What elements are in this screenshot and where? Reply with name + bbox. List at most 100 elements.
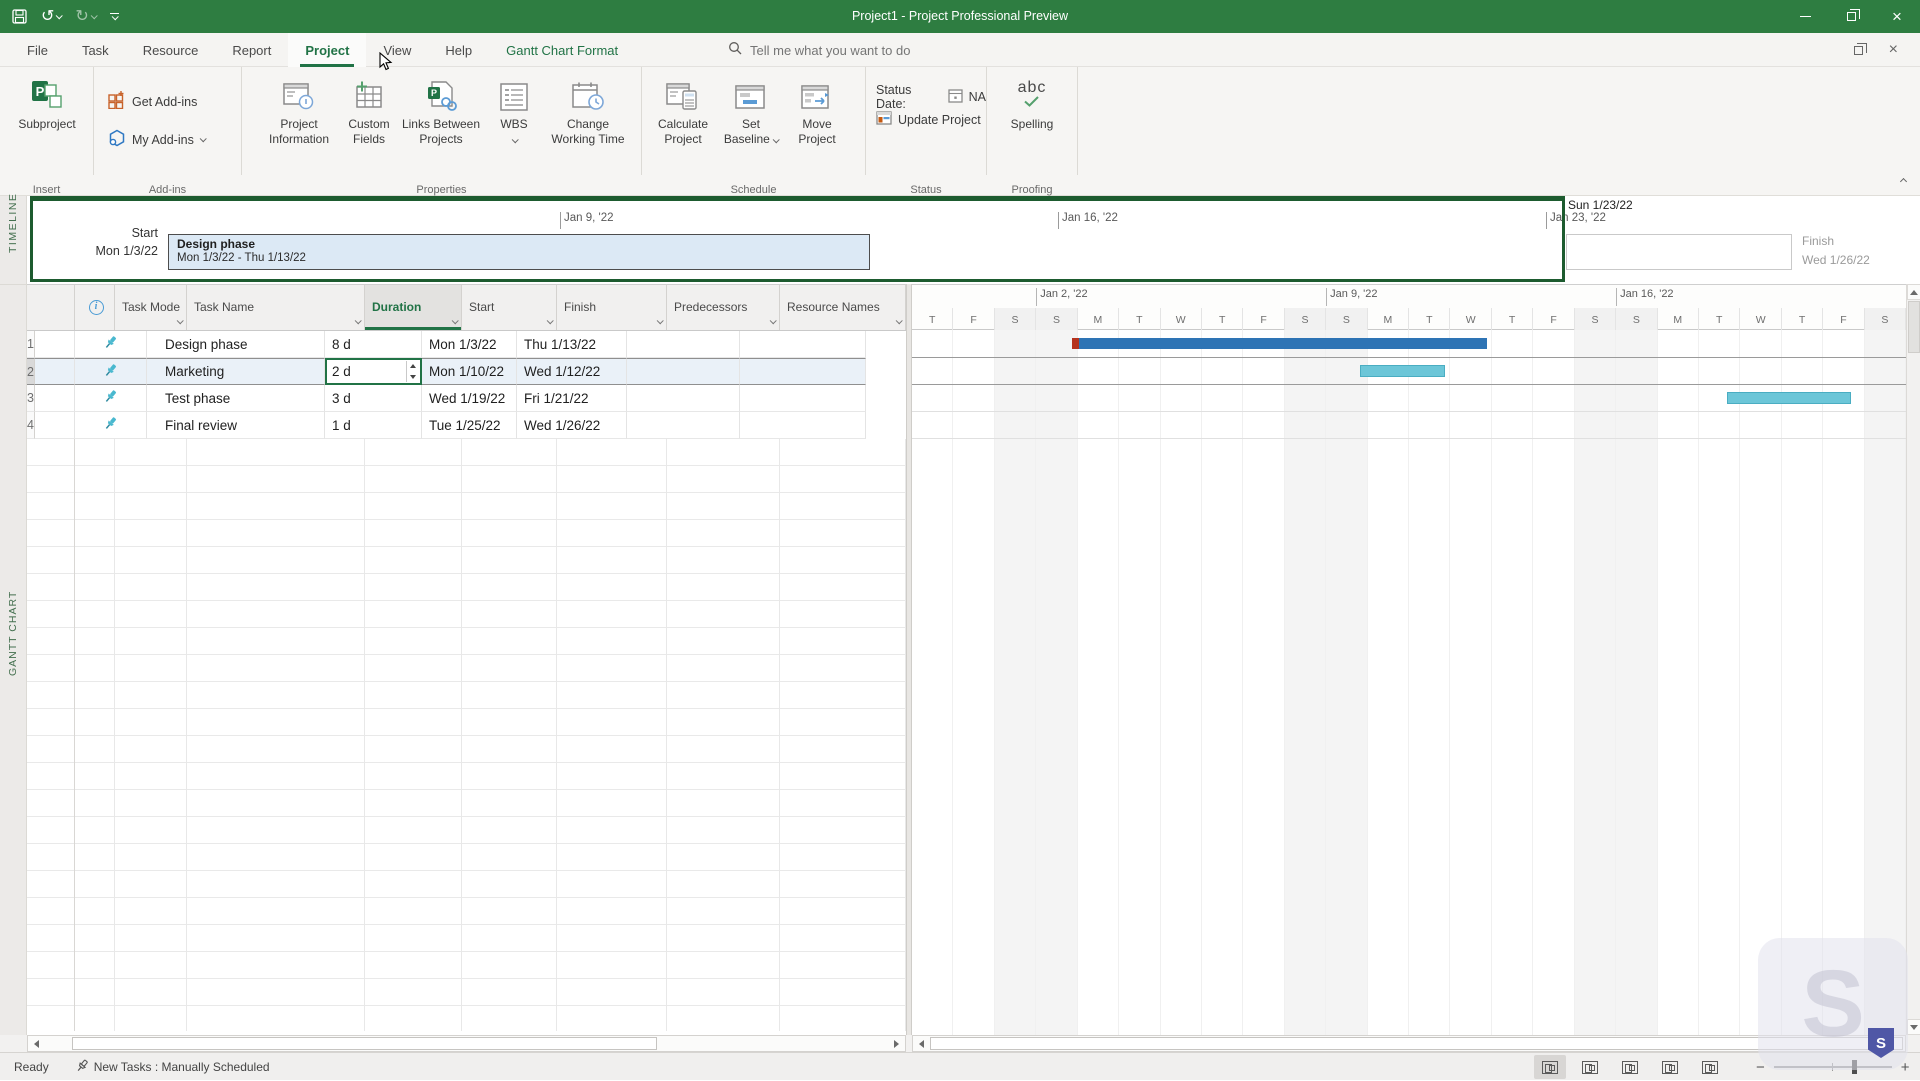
row-number[interactable]: 3 xyxy=(27,385,35,412)
table-row[interactable]: 1 Design phase 8 d Mon 1/3/22 Thu 1/13/2… xyxy=(27,331,906,358)
filter-chevron-icon[interactable] xyxy=(177,317,184,324)
design-phase-bar-progress[interactable] xyxy=(1072,338,1079,349)
task-name-cell[interactable]: Test phase xyxy=(147,385,325,412)
duration-cell[interactable]: 8 d xyxy=(325,331,422,358)
duration-cell[interactable]: 3 d xyxy=(325,385,422,412)
subproject-button[interactable]: P Subproject xyxy=(14,75,80,132)
filter-chevron-icon[interactable] xyxy=(896,317,903,324)
scroll-left-icon[interactable] xyxy=(29,1036,44,1051)
report-view-button[interactable] xyxy=(1694,1055,1726,1079)
timeline-pane-strip[interactable]: TIMELINE xyxy=(0,196,27,284)
vertical-scrollbar-thumb[interactable] xyxy=(1908,301,1920,353)
start-cell[interactable]: Tue 1/25/22 xyxy=(422,412,517,439)
minimize-button[interactable] xyxy=(1782,0,1828,33)
finish-cell[interactable]: Thu 1/13/22 xyxy=(517,331,627,358)
collapse-ribbon-icon[interactable] xyxy=(1901,171,1906,189)
design-phase-bar[interactable] xyxy=(1079,338,1487,349)
get-add-ins-button[interactable]: Get Add-ins xyxy=(108,91,197,112)
task-name-column-header[interactable]: Task Name xyxy=(187,285,365,330)
scroll-down-icon[interactable] xyxy=(1907,1019,1920,1035)
restore-button[interactable] xyxy=(1828,0,1874,33)
tab-task[interactable]: Task xyxy=(65,33,126,67)
spelling-button[interactable]: abc Spelling xyxy=(999,75,1065,132)
custom-fields-button[interactable]: Custom Fields xyxy=(336,75,402,147)
predecessors-cell[interactable] xyxy=(627,385,740,412)
scroll-up-icon[interactable] xyxy=(1907,284,1920,300)
timeline-task-box[interactable]: Design phase Mon 1/3/22 - Thu 1/13/22 xyxy=(168,234,870,270)
finish-cell[interactable]: Wed 1/12/22 xyxy=(517,358,627,385)
change-working-time-button[interactable]: Change Working Time xyxy=(548,75,628,147)
task-name-cell[interactable]: Marketing xyxy=(147,358,325,385)
gantt-timescale-header[interactable]: Jan 2, '22Jan 9, '22Jan 16, '22 TFSSMTWT… xyxy=(912,284,1906,330)
tab-view[interactable]: View xyxy=(366,33,428,67)
row-number[interactable]: 2 xyxy=(27,358,35,385)
task-name-cell[interactable]: Design phase xyxy=(147,331,325,358)
resource-names-cell[interactable] xyxy=(740,331,866,358)
resource-names-column-header[interactable]: Resource Names xyxy=(780,285,906,330)
filter-chevron-icon[interactable] xyxy=(657,317,664,324)
move-project-button[interactable]: Move Project xyxy=(784,75,850,147)
chart-scrollbar-thumb[interactable] xyxy=(930,1037,1903,1050)
my-add-ins-button[interactable]: My Add-ins xyxy=(108,129,205,150)
row-number[interactable]: 4 xyxy=(27,412,35,439)
start-cell[interactable]: Mon 1/10/22 xyxy=(422,358,517,385)
predecessors-cell[interactable] xyxy=(627,412,740,439)
tab-project[interactable]: Project xyxy=(288,33,366,67)
tab-report[interactable]: Report xyxy=(215,33,288,67)
info-column-header[interactable]: i xyxy=(75,285,115,330)
finish-cell[interactable]: Wed 1/26/22 xyxy=(517,412,627,439)
table-row-selected[interactable]: 2 Marketing 2 d Mon 1/10/22 Wed 1/12/22 xyxy=(27,358,906,385)
tab-gantt-chart-format[interactable]: Gantt Chart Format xyxy=(489,33,635,67)
table-row[interactable]: 3 Test phase 3 d Wed 1/19/22 Fri 1/21/22 xyxy=(27,385,906,412)
search-input[interactable] xyxy=(750,43,970,58)
calculate-project-button[interactable]: Calculate Project xyxy=(650,75,716,147)
document-close-icon[interactable]: × xyxy=(1889,41,1898,59)
duration-spinner[interactable] xyxy=(406,361,419,382)
table-row[interactable]: 4 Final review 1 d Tue 1/25/22 Wed 1/26/… xyxy=(27,412,906,439)
zoom-track[interactable] xyxy=(1774,1066,1892,1068)
document-restore-icon[interactable] xyxy=(1854,46,1863,55)
resource-names-cell[interactable] xyxy=(740,358,866,385)
tab-file[interactable]: File xyxy=(10,33,65,67)
zoom-out-icon[interactable]: − xyxy=(1756,1060,1765,1075)
status-date-field[interactable]: Status Date: NA xyxy=(876,83,986,111)
predecessors-cell[interactable] xyxy=(627,331,740,358)
task-usage-view-button[interactable] xyxy=(1574,1055,1606,1079)
tab-resource[interactable]: Resource xyxy=(126,33,216,67)
vertical-scrollbar[interactable] xyxy=(1906,284,1920,1035)
links-between-projects-button[interactable]: P Links Between Projects xyxy=(400,75,482,147)
new-tasks-mode[interactable]: New Tasks : Manually Scheduled xyxy=(75,1059,270,1076)
filter-chevron-icon[interactable] xyxy=(355,317,362,324)
marketing-bar[interactable] xyxy=(1360,365,1445,377)
scroll-right-icon[interactable] xyxy=(889,1036,904,1051)
gantt-chart-body[interactable] xyxy=(912,330,1906,1035)
task-mode-column-header[interactable]: Task Mode xyxy=(115,285,187,330)
duration-cell[interactable]: 1 d xyxy=(325,412,422,439)
resource-names-cell[interactable] xyxy=(740,412,866,439)
team-planner-view-button[interactable] xyxy=(1614,1055,1646,1079)
task-name-cell[interactable]: Final review xyxy=(147,412,325,439)
project-information-button[interactable]: Project Information xyxy=(266,75,332,147)
predecessors-cell[interactable] xyxy=(627,358,740,385)
finish-cell[interactable]: Fri 1/21/22 xyxy=(517,385,627,412)
chart-horizontal-scrollbar[interactable] xyxy=(912,1035,1906,1052)
tell-me-search[interactable] xyxy=(728,33,970,67)
scroll-left-icon[interactable] xyxy=(914,1036,929,1051)
test-phase-bar[interactable] xyxy=(1727,392,1851,404)
predecessors-column-header[interactable]: Predecessors xyxy=(667,285,780,330)
filter-chevron-icon[interactable] xyxy=(770,317,777,324)
table-scrollbar-thumb[interactable] xyxy=(72,1037,657,1050)
duration-cell-active[interactable]: 2 d xyxy=(325,358,422,385)
wbs-button[interactable]: WBS xyxy=(490,75,538,147)
update-project-button[interactable]: Update Project xyxy=(876,111,981,128)
resource-names-cell[interactable] xyxy=(740,385,866,412)
gantt-chart-view-button[interactable] xyxy=(1534,1055,1566,1079)
zoom-in-icon[interactable]: + xyxy=(1901,1060,1910,1075)
gantt-pane-strip[interactable]: GANTT CHART xyxy=(0,284,27,1035)
select-all-corner[interactable] xyxy=(27,285,75,330)
start-cell[interactable]: Wed 1/19/22 xyxy=(422,385,517,412)
tab-help[interactable]: Help xyxy=(428,33,489,67)
close-button[interactable]: × xyxy=(1874,0,1920,33)
set-baseline-button[interactable]: Set Baseline xyxy=(718,75,784,147)
resource-sheet-view-button[interactable] xyxy=(1654,1055,1686,1079)
